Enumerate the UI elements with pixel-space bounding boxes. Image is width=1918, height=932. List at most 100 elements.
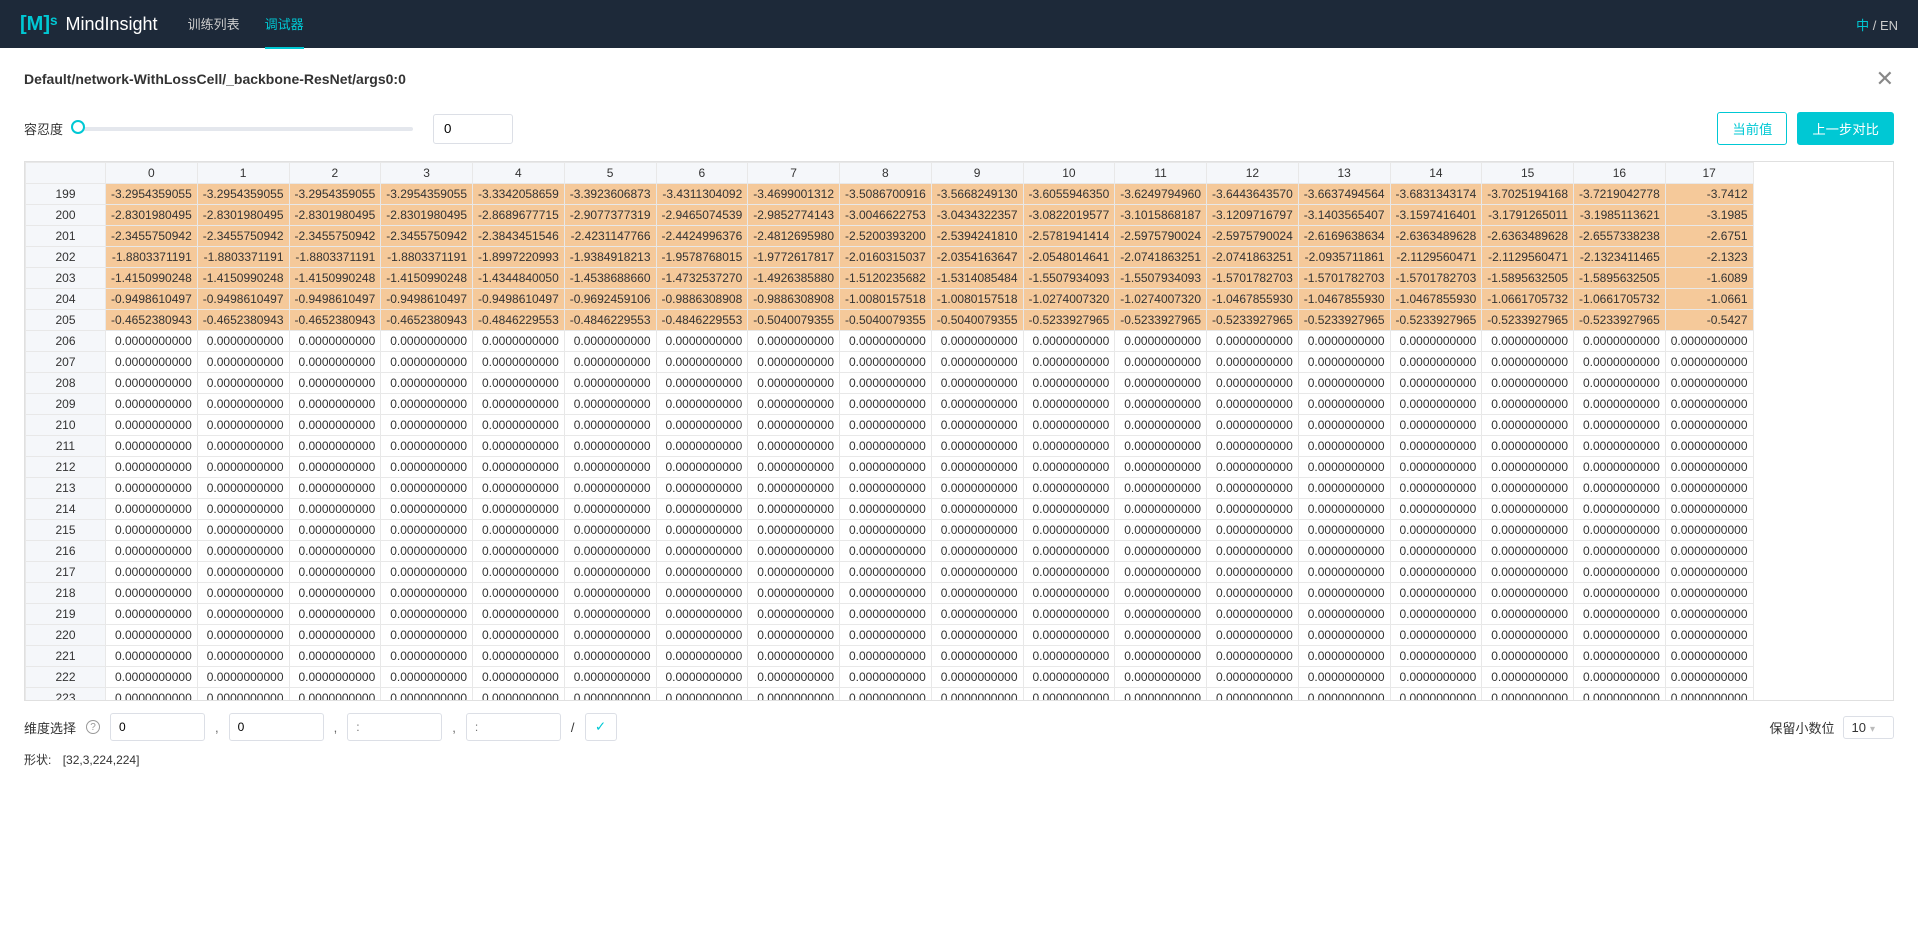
data-cell[interactable]: 0.0000000000 xyxy=(564,562,656,583)
data-cell[interactable]: 0.0000000000 xyxy=(564,373,656,394)
data-cell[interactable]: 0.0000000000 xyxy=(106,604,198,625)
data-cell[interactable]: 0.0000000000 xyxy=(381,478,473,499)
data-cell[interactable]: 0.0000000000 xyxy=(1390,646,1482,667)
data-cell[interactable]: -2.8301980495 xyxy=(289,205,381,226)
data-cell[interactable]: 0.0000000000 xyxy=(1574,541,1666,562)
row-header[interactable]: 200 xyxy=(26,205,106,226)
col-header[interactable]: 8 xyxy=(840,163,932,184)
data-cell[interactable]: 0.0000000000 xyxy=(197,499,289,520)
row-header[interactable]: 218 xyxy=(26,583,106,604)
data-cell[interactable]: 0.0000000000 xyxy=(1665,562,1753,583)
data-cell[interactable]: 0.0000000000 xyxy=(289,583,381,604)
tolerance-slider[interactable] xyxy=(73,127,413,131)
data-cell[interactable]: -3.1403565407 xyxy=(1298,205,1390,226)
data-cell[interactable]: 0.0000000000 xyxy=(931,352,1023,373)
data-cell[interactable]: 0.0000000000 xyxy=(1390,604,1482,625)
data-cell[interactable]: 0.0000000000 xyxy=(197,688,289,702)
data-cell[interactable]: 0.0000000000 xyxy=(106,478,198,499)
lang-zh[interactable]: 中 xyxy=(1856,18,1869,33)
data-cell[interactable]: 0.0000000000 xyxy=(289,625,381,646)
row-header[interactable]: 222 xyxy=(26,667,106,688)
data-cell[interactable]: 0.0000000000 xyxy=(748,541,840,562)
data-cell[interactable]: 0.0000000000 xyxy=(1207,331,1299,352)
data-cell[interactable]: 0.0000000000 xyxy=(748,394,840,415)
data-cell[interactable]: 0.0000000000 xyxy=(197,583,289,604)
data-cell[interactable]: 0.0000000000 xyxy=(1665,583,1753,604)
data-cell[interactable]: -1.5701782703 xyxy=(1298,268,1390,289)
data-cell[interactable]: -3.6637494564 xyxy=(1298,184,1390,205)
data-cell[interactable]: 0.0000000000 xyxy=(473,331,565,352)
data-cell[interactable]: 0.0000000000 xyxy=(931,457,1023,478)
data-cell[interactable]: 0.0000000000 xyxy=(1390,688,1482,702)
data-cell[interactable]: 0.0000000000 xyxy=(289,667,381,688)
data-cell[interactable]: -0.5233927965 xyxy=(1482,310,1574,331)
data-cell[interactable]: 0.0000000000 xyxy=(656,520,748,541)
data-cell[interactable]: 0.0000000000 xyxy=(656,331,748,352)
row-header[interactable]: 213 xyxy=(26,478,106,499)
data-cell[interactable]: 0.0000000000 xyxy=(748,583,840,604)
data-cell[interactable]: 0.0000000000 xyxy=(656,604,748,625)
data-cell[interactable]: 0.0000000000 xyxy=(1482,583,1574,604)
data-cell[interactable]: 0.0000000000 xyxy=(564,604,656,625)
data-cell[interactable]: 0.0000000000 xyxy=(656,436,748,457)
data-cell[interactable]: 0.0000000000 xyxy=(840,688,932,702)
data-cell[interactable]: -2.6169638634 xyxy=(1298,226,1390,247)
data-cell[interactable]: 0.0000000000 xyxy=(1665,457,1753,478)
data-cell[interactable]: 0.0000000000 xyxy=(1115,415,1207,436)
data-cell[interactable]: -2.0354163647 xyxy=(931,247,1023,268)
data-cell[interactable]: 0.0000000000 xyxy=(106,415,198,436)
data-cell[interactable]: -1.8997220993 xyxy=(473,247,565,268)
data-cell[interactable]: 0.0000000000 xyxy=(473,667,565,688)
data-cell[interactable]: 0.0000000000 xyxy=(1665,499,1753,520)
data-cell[interactable]: 0.0000000000 xyxy=(1665,688,1753,702)
data-cell[interactable]: 0.0000000000 xyxy=(1115,520,1207,541)
data-cell[interactable]: 0.0000000000 xyxy=(564,541,656,562)
data-cell[interactable]: -2.0935711861 xyxy=(1298,247,1390,268)
data-cell[interactable]: 0.0000000000 xyxy=(564,457,656,478)
col-header[interactable]: 17 xyxy=(1665,163,1753,184)
data-cell[interactable]: 0.0000000000 xyxy=(197,436,289,457)
dim-input-3[interactable] xyxy=(466,713,561,741)
data-cell[interactable]: 0.0000000000 xyxy=(1207,625,1299,646)
data-cell[interactable]: 0.0000000000 xyxy=(197,562,289,583)
row-header[interactable]: 214 xyxy=(26,499,106,520)
data-cell[interactable]: -2.1129560471 xyxy=(1482,247,1574,268)
data-cell[interactable]: 0.0000000000 xyxy=(1482,394,1574,415)
data-cell[interactable]: 0.0000000000 xyxy=(289,373,381,394)
data-cell[interactable]: 0.0000000000 xyxy=(197,457,289,478)
data-cell[interactable]: 0.0000000000 xyxy=(289,604,381,625)
data-cell[interactable]: -1.0274007320 xyxy=(1023,289,1115,310)
data-cell[interactable]: -2.3843451546 xyxy=(473,226,565,247)
data-cell[interactable]: 0.0000000000 xyxy=(1390,667,1482,688)
data-cell[interactable]: 0.0000000000 xyxy=(1298,646,1390,667)
data-cell[interactable]: -1.0467855930 xyxy=(1390,289,1482,310)
data-cell[interactable]: 0.0000000000 xyxy=(564,331,656,352)
data-cell[interactable]: 0.0000000000 xyxy=(1115,499,1207,520)
data-cell[interactable]: -0.4846229553 xyxy=(656,310,748,331)
data-cell[interactable]: -2.1323 xyxy=(1665,247,1753,268)
data-cell[interactable]: 0.0000000000 xyxy=(1115,457,1207,478)
data-cell[interactable]: 0.0000000000 xyxy=(289,331,381,352)
data-cell[interactable]: 0.0000000000 xyxy=(106,499,198,520)
data-cell[interactable]: 0.0000000000 xyxy=(1574,415,1666,436)
data-cell[interactable]: 0.0000000000 xyxy=(289,436,381,457)
data-cell[interactable]: 0.0000000000 xyxy=(840,667,932,688)
data-cell[interactable]: -1.5314085484 xyxy=(931,268,1023,289)
data-cell[interactable]: -3.1209716797 xyxy=(1207,205,1299,226)
data-cell[interactable]: 0.0000000000 xyxy=(106,667,198,688)
data-cell[interactable]: -2.3455750942 xyxy=(381,226,473,247)
data-cell[interactable]: 0.0000000000 xyxy=(564,688,656,702)
data-cell[interactable]: 0.0000000000 xyxy=(1390,394,1482,415)
data-cell[interactable]: 0.0000000000 xyxy=(1207,562,1299,583)
data-cell[interactable]: 0.0000000000 xyxy=(1665,394,1753,415)
data-cell[interactable]: 0.0000000000 xyxy=(1390,331,1482,352)
data-cell[interactable]: 0.0000000000 xyxy=(106,562,198,583)
row-header[interactable]: 202 xyxy=(26,247,106,268)
data-cell[interactable]: 0.0000000000 xyxy=(840,478,932,499)
data-cell[interactable]: 0.0000000000 xyxy=(1482,604,1574,625)
row-header[interactable]: 217 xyxy=(26,562,106,583)
data-cell[interactable]: -1.0661705732 xyxy=(1482,289,1574,310)
data-cell[interactable]: 0.0000000000 xyxy=(656,478,748,499)
data-cell[interactable]: -2.4812695980 xyxy=(748,226,840,247)
data-cell[interactable]: 0.0000000000 xyxy=(1023,520,1115,541)
